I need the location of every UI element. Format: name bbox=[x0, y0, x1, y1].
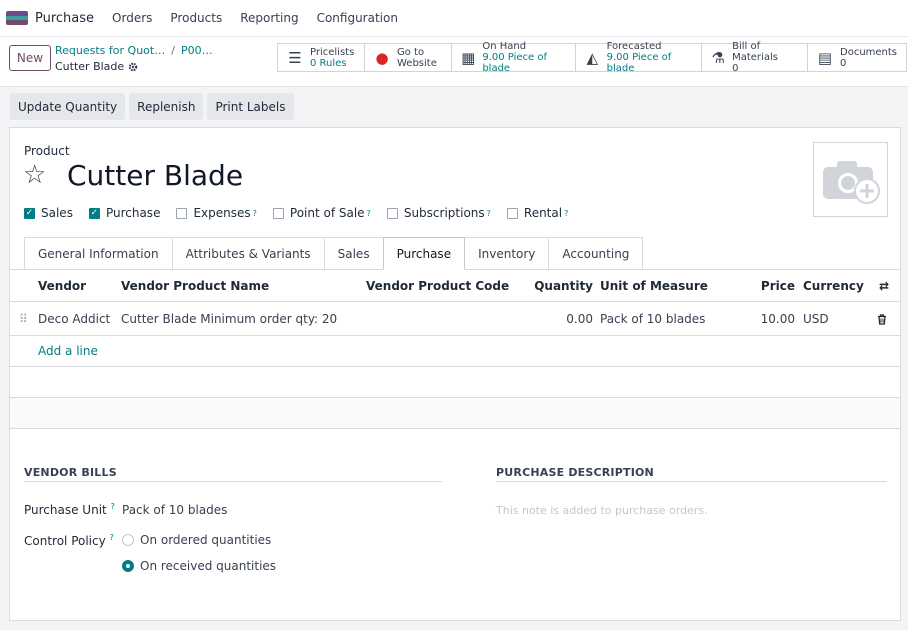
list-icon: ☰ bbox=[288, 48, 302, 67]
expenses-checkbox[interactable]: Expenses? bbox=[176, 206, 257, 220]
pricelists-button[interactable]: ☰ Pricelists 0 Rules bbox=[277, 43, 364, 72]
purchase-description-field[interactable]: This note is added to purchase orders. bbox=[496, 504, 708, 517]
tab-attributes-variants[interactable]: Attributes & Variants bbox=[171, 237, 325, 269]
purchase-checkbox[interactable]: ✓ Purchase bbox=[88, 206, 160, 220]
radio-received-quantities[interactable]: On received quantities bbox=[122, 559, 276, 573]
form-tabs: General Information Attributes & Variant… bbox=[24, 237, 644, 270]
breadcrumb-rfq[interactable]: Requests for Quot… bbox=[55, 44, 165, 57]
purchase-app-icon[interactable] bbox=[6, 11, 28, 25]
product-image-upload[interactable] bbox=[813, 142, 888, 217]
vendor-pricelist-table: Vendor Vendor Product Name Vendor Produc… bbox=[10, 270, 900, 429]
purchase-unit-field[interactable]: Pack of 10 blades bbox=[122, 503, 227, 517]
col-vendor[interactable]: Vendor bbox=[38, 270, 86, 302]
tab-inventory[interactable]: Inventory bbox=[464, 237, 550, 269]
app-name[interactable]: Purchase bbox=[35, 11, 94, 26]
action-buttons: Update Quantity Replenish Print Labels bbox=[10, 93, 294, 120]
smart-buttons: ☰ Pricelists 0 Rules ● Go to Website ▦ On … bbox=[277, 41, 907, 74]
globe-icon: ● bbox=[375, 48, 389, 67]
trash-icon[interactable] bbox=[877, 302, 887, 338]
control-policy-label: Control Policy ? bbox=[24, 533, 114, 548]
gear-icon[interactable] bbox=[128, 62, 138, 72]
product-name-field[interactable]: Cutter Blade bbox=[67, 159, 243, 192]
tab-general-information[interactable]: General Information bbox=[24, 237, 173, 269]
cell-price[interactable]: 10.00 bbox=[750, 302, 795, 336]
radio-ordered-quantities[interactable]: On ordered quantities bbox=[122, 533, 271, 547]
col-unit-of-measure[interactable]: Unit of Measure bbox=[600, 270, 708, 302]
purchase-unit-label: Purchase Unit ? bbox=[24, 502, 115, 517]
print-labels-button[interactable]: Print Labels bbox=[207, 93, 294, 120]
tab-sales[interactable]: Sales bbox=[323, 237, 384, 269]
product-type-checkboxes: ✓ Sales ✓ Purchase Expenses? Point of Sale… bbox=[24, 206, 584, 220]
col-quantity[interactable]: Quantity bbox=[530, 270, 593, 302]
table-row[interactable]: ⠿ Deco Addict Cutter Blade Minimum order… bbox=[10, 302, 900, 336]
menu-configuration[interactable]: Configuration bbox=[317, 11, 398, 25]
empty-row bbox=[10, 398, 900, 429]
cell-quantity[interactable]: 0.00 bbox=[530, 302, 593, 336]
add-line-row: Add a line bbox=[10, 336, 900, 367]
go-to-website-button[interactable]: ● Go to Website bbox=[364, 43, 451, 72]
col-currency[interactable]: Currency bbox=[803, 270, 864, 302]
document-icon: ▤ bbox=[817, 48, 833, 67]
menu-orders[interactable]: Orders bbox=[112, 11, 152, 25]
cell-vendor-product-name[interactable]: Cutter Blade Minimum order qty: 20 bbox=[121, 302, 337, 336]
control-panel: New Requests for Quot… / P00… Cutter Blade… bbox=[0, 37, 908, 87]
subscriptions-checkbox[interactable]: Subscriptions? bbox=[386, 206, 491, 220]
point-of-sale-checkbox[interactable]: Point of Sale? bbox=[272, 206, 371, 220]
update-quantity-button[interactable]: Update Quantity bbox=[10, 93, 126, 120]
breadcrumb: Requests for Quot… / P00… Cutter Blade bbox=[55, 44, 213, 73]
drag-handle-icon[interactable]: ⠿ bbox=[19, 302, 28, 336]
sales-checkbox[interactable]: ✓ Sales bbox=[24, 206, 73, 220]
optional-columns-icon[interactable]: ⇄ bbox=[879, 270, 889, 302]
top-navbar: Purchase Orders Products Reporting Confi… bbox=[0, 0, 908, 37]
tab-purchase[interactable]: Purchase bbox=[382, 237, 466, 270]
add-line-link[interactable]: Add a line bbox=[38, 344, 98, 358]
on-hand-button[interactable]: ▦ On Hand 9.00 Piece of blade bbox=[451, 41, 575, 74]
forecasted-button[interactable]: ◭ Forecasted 9.00 Piece of blade bbox=[575, 41, 701, 74]
tab-accounting[interactable]: Accounting bbox=[548, 237, 644, 269]
menu-reporting[interactable]: Reporting bbox=[240, 11, 298, 25]
rental-checkbox[interactable]: Rental? bbox=[506, 206, 568, 220]
vendor-bills-title: VENDOR BILLS bbox=[24, 466, 117, 479]
product-label: Product bbox=[24, 144, 70, 158]
table-header: Vendor Vendor Product Name Vendor Produc… bbox=[10, 270, 900, 302]
cell-unit-of-measure[interactable]: Pack of 10 blades bbox=[600, 302, 705, 336]
cell-vendor[interactable]: Deco Addict bbox=[38, 302, 110, 336]
empty-row bbox=[10, 367, 900, 398]
product-form-sheet: Product ☆ Cutter Blade ✓ Sales ✓ Purchase … bbox=[9, 127, 901, 621]
menu-products[interactable]: Products bbox=[170, 11, 222, 25]
bill-of-materials-button[interactable]: ⚗ Bill of Materials 0 bbox=[701, 41, 807, 74]
breadcrumb-po[interactable]: P00… bbox=[181, 44, 213, 57]
col-vendor-product-code[interactable]: Vendor Product Code bbox=[366, 270, 509, 302]
purchase-description-title: PURCHASE DESCRIPTION bbox=[496, 466, 654, 479]
col-vendor-product-name[interactable]: Vendor Product Name bbox=[121, 270, 269, 302]
area-chart-icon: ◭ bbox=[586, 48, 599, 67]
cubes-icon: ▦ bbox=[461, 48, 476, 67]
breadcrumb-current: Cutter Blade bbox=[55, 60, 125, 73]
documents-button[interactable]: ▤ Documents 0 bbox=[807, 43, 907, 72]
new-button[interactable]: New bbox=[9, 45, 51, 71]
section-divider bbox=[24, 481, 442, 482]
star-icon[interactable]: ☆ bbox=[23, 160, 46, 190]
col-price[interactable]: Price bbox=[750, 270, 795, 302]
replenish-button[interactable]: Replenish bbox=[129, 93, 204, 120]
section-divider bbox=[496, 481, 887, 482]
cell-currency[interactable]: USD bbox=[803, 302, 829, 336]
camera-plus-icon bbox=[822, 160, 880, 204]
flask-icon: ⚗ bbox=[711, 48, 725, 67]
